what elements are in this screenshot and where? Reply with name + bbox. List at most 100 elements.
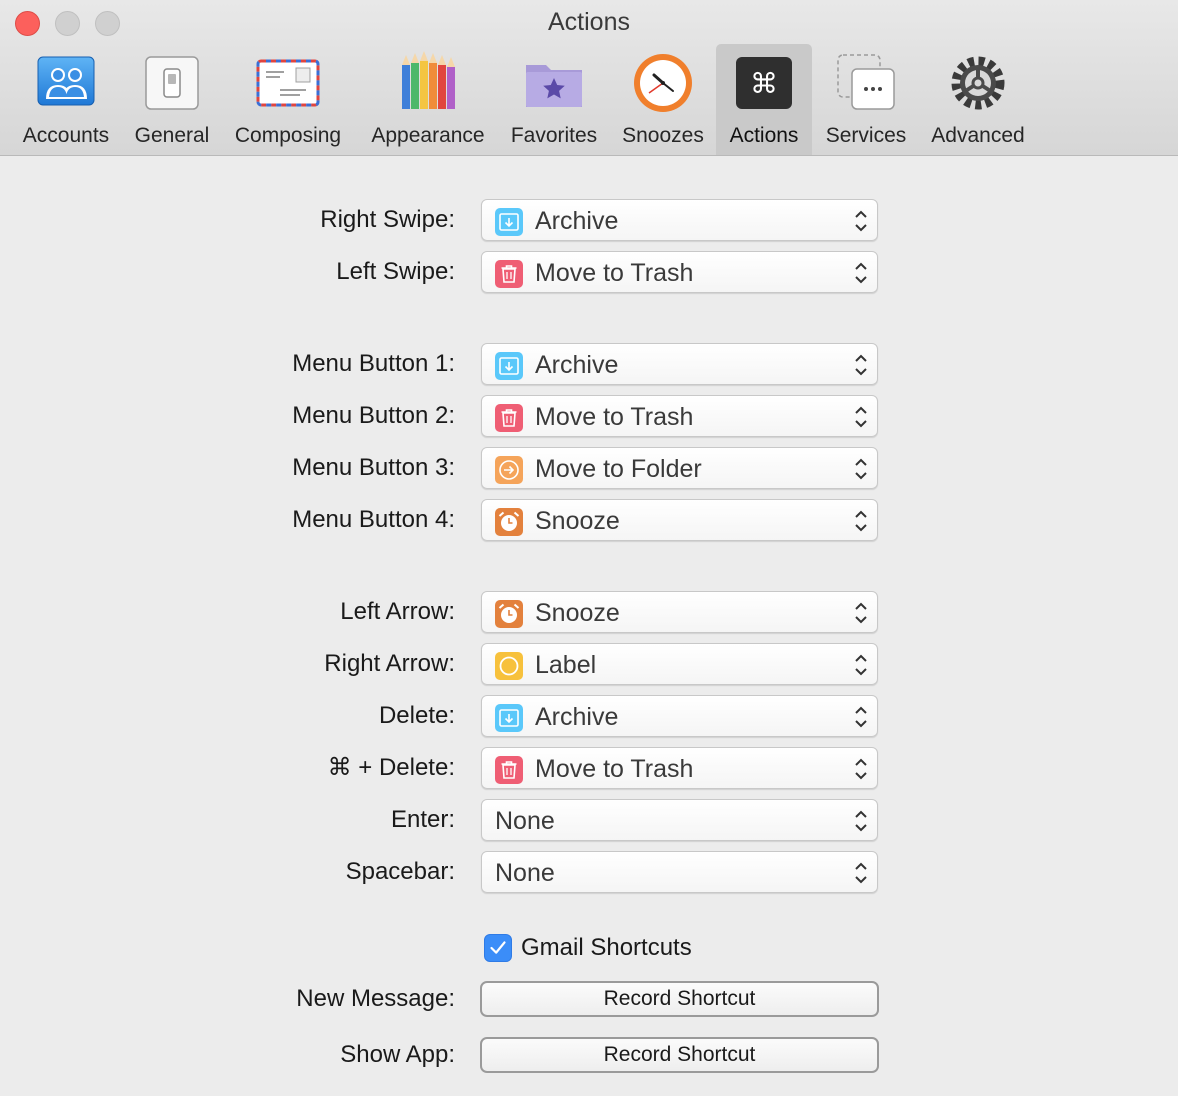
window-title: Actions <box>548 8 630 36</box>
tab-actions[interactable]: ⌘ Actions <box>716 44 812 155</box>
enter-value: None <box>495 807 555 835</box>
menu-button-1-select[interactable]: Archive <box>481 343 878 385</box>
left-swipe-value: Move to Trash <box>535 259 694 287</box>
chevron-up-down-icon <box>855 706 867 728</box>
right-arrow-row: Right Arrow: Label <box>0 643 1178 687</box>
menu-button-2-label: Menu Button 2: <box>292 402 455 429</box>
tab-label: Accounts <box>22 124 110 147</box>
left-swipe-select[interactable]: Move to Trash <box>481 251 878 293</box>
tab-accounts[interactable]: Accounts <box>14 44 118 155</box>
tab-general[interactable]: General <box>124 44 220 155</box>
tab-services[interactable]: Services <box>816 44 916 155</box>
new-message-record-shortcut-button[interactable]: Record Shortcut <box>480 981 879 1017</box>
menu-button-4-select[interactable]: Snooze <box>481 499 878 541</box>
chevron-up-down-icon <box>855 862 867 884</box>
left-swipe-label: Left Swipe: <box>336 258 455 285</box>
chevron-up-down-icon <box>855 262 867 284</box>
title-bar: Actions Accounts General Composing Appea… <box>0 0 1178 156</box>
right-arrow-select[interactable]: Label <box>481 643 878 685</box>
services-icon <box>837 54 895 110</box>
menu-button-3-value: Move to Folder <box>535 455 702 483</box>
tab-composing[interactable]: Composing <box>224 44 352 155</box>
trash-icon <box>495 404 523 432</box>
cmd-delete-row: ⌘ + Delete: Move to Trash <box>0 747 1178 791</box>
tab-label: Favorites <box>510 124 598 147</box>
enter-row: Enter: None <box>0 799 1178 843</box>
svg-text:⌘: ⌘ <box>750 67 778 100</box>
menu-button-2-select[interactable]: Move to Trash <box>481 395 878 437</box>
chevron-up-down-icon <box>855 758 867 780</box>
right-swipe-value: Archive <box>535 207 619 235</box>
chevron-up-down-icon <box>855 354 867 376</box>
cmd-delete-label: ⌘ + Delete: <box>327 754 455 781</box>
trash-icon <box>495 756 523 784</box>
right-arrow-value: Label <box>535 651 597 679</box>
spacebar-row: Spacebar: None <box>0 851 1178 895</box>
new-message-label: New Message: <box>296 985 455 1012</box>
tab-label: Actions <box>729 124 799 147</box>
cmd-delete-value: Move to Trash <box>535 755 694 783</box>
spacebar-label: Spacebar: <box>345 858 455 885</box>
tab-appearance[interactable]: Appearance <box>360 44 496 155</box>
tab-favorites[interactable]: Favorites <box>502 44 606 155</box>
label-icon <box>495 652 523 680</box>
left-arrow-select[interactable]: Snooze <box>481 591 878 633</box>
enter-select[interactable]: None <box>481 799 878 841</box>
spacebar-select[interactable]: None <box>481 851 878 893</box>
spacebar-value: None <box>495 859 555 887</box>
archive-icon <box>495 208 523 236</box>
snoozes-icon <box>634 54 692 112</box>
folder-move-icon <box>495 456 523 484</box>
delete-label: Delete: <box>378 702 455 729</box>
chevron-up-down-icon <box>855 406 867 428</box>
delete-value: Archive <box>535 703 619 731</box>
tab-label: Composing <box>234 124 342 147</box>
tab-label: General <box>134 124 210 147</box>
favorites-icon <box>526 65 582 107</box>
menu-button-2-value: Move to Trash <box>535 403 694 431</box>
composing-icon <box>256 59 320 107</box>
tab-snoozes[interactable]: Snoozes <box>614 44 712 155</box>
trash-icon <box>495 260 523 288</box>
tab-label: Snoozes <box>622 124 704 147</box>
delete-row: Delete: Archive <box>0 695 1178 739</box>
gmail-shortcuts-label: Gmail Shortcuts <box>521 934 692 961</box>
cmd-delete-select[interactable]: Move to Trash <box>481 747 878 789</box>
left-arrow-row: Left Arrow: Snooze <box>0 591 1178 635</box>
snooze-icon <box>495 508 523 536</box>
appearance-icon <box>402 51 455 109</box>
chevron-up-down-icon <box>855 510 867 532</box>
menu-button-3-select[interactable]: Move to Folder <box>481 447 878 489</box>
tab-label: Appearance <box>371 124 485 147</box>
chevron-up-down-icon <box>855 654 867 676</box>
tab-advanced[interactable]: Advanced <box>922 44 1034 155</box>
enter-label: Enter: <box>390 806 455 833</box>
right-swipe-row: Right Swipe: Archive <box>0 199 1178 243</box>
general-icon <box>145 56 199 110</box>
chevron-up-down-icon <box>855 210 867 232</box>
right-swipe-select[interactable]: Archive <box>481 199 878 241</box>
chevron-up-down-icon <box>855 810 867 832</box>
delete-select[interactable]: Archive <box>481 695 878 737</box>
tab-label: Services <box>825 124 907 147</box>
actions-icon: ⌘ <box>736 57 792 109</box>
chevron-up-down-icon <box>855 602 867 624</box>
left-arrow-value: Snooze <box>535 599 620 627</box>
menu-button-3-row: Menu Button 3: Move to Folder <box>0 447 1178 491</box>
gmail-shortcuts-checkbox[interactable] <box>484 934 512 962</box>
menu-button-2-row: Menu Button 2: Move to Trash <box>0 395 1178 439</box>
left-arrow-label: Left Arrow: <box>340 598 455 625</box>
show-app-record-shortcut-button[interactable]: Record Shortcut <box>480 1037 879 1073</box>
archive-icon <box>495 352 523 380</box>
right-arrow-label: Right Arrow: <box>324 650 455 677</box>
menu-button-1-row: Menu Button 1: Archive <box>0 343 1178 387</box>
archive-icon <box>495 704 523 732</box>
advanced-icon <box>951 56 1005 110</box>
menu-button-1-value: Archive <box>535 351 619 379</box>
left-swipe-row: Left Swipe: Move to Trash <box>0 251 1178 295</box>
menu-button-4-label: Menu Button 4: <box>292 506 455 533</box>
tab-label: Advanced <box>931 124 1025 147</box>
menu-button-3-label: Menu Button 3: <box>292 454 455 481</box>
menu-button-4-value: Snooze <box>535 507 620 535</box>
checkmark-icon <box>490 941 506 954</box>
